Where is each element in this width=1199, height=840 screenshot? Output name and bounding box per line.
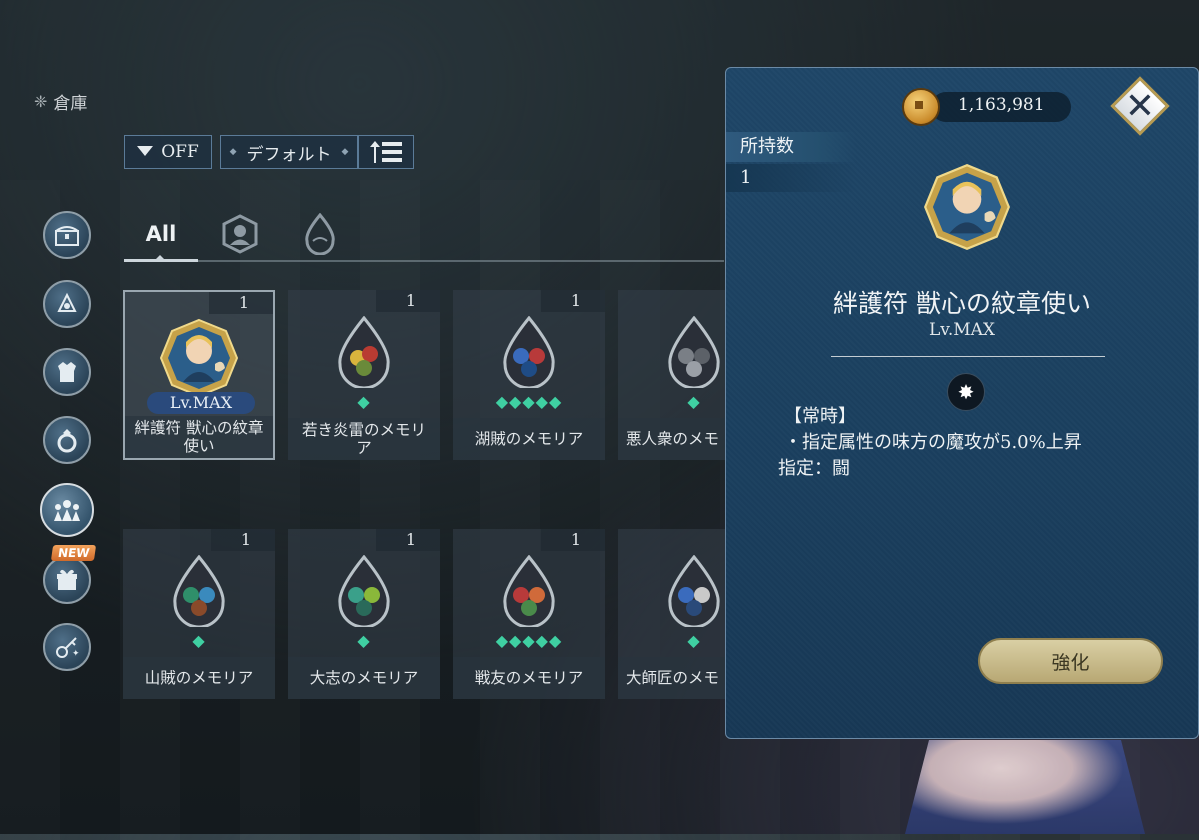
item-card[interactable]: ◆ 大師匠のメモ — [618, 529, 725, 699]
charm-portrait-large — [923, 163, 1011, 255]
memoria-drop-icon — [305, 213, 335, 255]
effect-target: 指定：闘 — [778, 458, 850, 479]
item-count: 1 — [541, 290, 605, 312]
item-count: 1 — [209, 292, 273, 314]
effect-description: 【常時】 ・指定属性の味方の魔攻が5.0%上昇 指定：闘 — [778, 404, 1082, 482]
new-badge: NEW — [50, 545, 97, 561]
charm-portrait-icon — [924, 164, 1010, 250]
item-name: 大志のメモリア — [288, 657, 440, 699]
effect-heading: 【常時】 — [784, 406, 856, 427]
page-title-text: 倉庫 — [53, 94, 88, 114]
memoria-art — [501, 554, 557, 631]
item-card[interactable]: 1 ◆ 大志のメモリア — [288, 529, 440, 699]
owned-count-value: 1 — [726, 164, 856, 192]
detail-item-name: 絆護符 獣心の紋章使い — [833, 289, 1091, 318]
diamond-left-icon: ◆ — [229, 147, 237, 157]
sort-order-button[interactable] — [358, 135, 414, 169]
sort-order-icon — [370, 141, 402, 163]
sidebar-item-chest[interactable] — [43, 211, 91, 259]
tab-indicator — [154, 255, 166, 261]
rarity-stars: ◆ — [192, 631, 206, 650]
sidebar-item-key[interactable]: ✦ — [43, 623, 91, 671]
material-icon — [57, 292, 77, 312]
memoria-drop-icon — [668, 554, 720, 629]
tab-track — [124, 260, 724, 262]
item-card[interactable]: 1 ◆◆◆◆◆ 戦友のメモリア — [453, 529, 605, 699]
memoria-art — [171, 554, 227, 631]
item-name: 絆護符 獣心の紋章使い — [125, 416, 273, 458]
rarity-stars: ◆◆◆◆◆ — [495, 631, 563, 650]
memoria-drop-icon — [503, 315, 555, 390]
item-name: 大師匠のメモ — [618, 657, 725, 699]
memoria-art — [666, 315, 722, 392]
coin-icon — [902, 88, 940, 126]
item-count: 1 — [541, 529, 605, 551]
memoria-art — [501, 315, 557, 392]
item-card[interactable]: 1 Lv.MAX 絆護符 獣心の紋章使い — [123, 290, 275, 460]
memoria-drop-icon — [338, 554, 390, 629]
tab-all[interactable]: All — [124, 212, 198, 256]
character-crest-icon — [222, 214, 258, 254]
memoria-art — [336, 554, 392, 631]
memoria-drop-icon — [503, 554, 555, 629]
rarity-stars: ◆ — [687, 631, 701, 650]
rarity-stars: ◆ — [357, 392, 371, 411]
sort-button[interactable]: ◆ デフォルト ◆ — [220, 135, 358, 169]
storage-icon: ❈ — [34, 92, 48, 111]
sidebar-item-material[interactable] — [43, 280, 91, 328]
currency-value: 1,163,981 — [958, 95, 1045, 115]
gift-icon — [57, 569, 77, 590]
close-icon: ✕ — [1124, 85, 1156, 127]
item-name: 悪人衆のメモ — [618, 418, 725, 460]
effect-line: ・指定属性の味方の魔攻が5.0%上昇 — [784, 432, 1082, 453]
enhance-button[interactable]: 強化 — [978, 638, 1163, 684]
memoria-art — [666, 554, 722, 631]
item-card[interactable]: ◆ 悪人衆のメモ — [618, 290, 725, 460]
charm-portrait-icon — [159, 318, 239, 398]
page-title: ❈ 倉庫 — [34, 89, 87, 114]
sort-label: デフォルト — [246, 144, 332, 165]
item-level-pill: Lv.MAX — [147, 392, 255, 414]
tab-memoria[interactable] — [298, 212, 342, 256]
item-name: 湖賊のメモリア — [453, 418, 605, 460]
sidebar-item-ring[interactable] — [43, 416, 91, 464]
funnel-icon — [137, 146, 154, 156]
memoria-drop-icon — [173, 554, 225, 629]
detail-item-level: Lv.MAX — [928, 320, 996, 340]
item-count: 1 — [376, 290, 440, 312]
item-name: 戦友のメモリア — [453, 657, 605, 699]
filter-state: OFF — [161, 142, 199, 162]
memoria-drop-icon — [338, 315, 390, 390]
memoria-drop-icon — [668, 315, 720, 390]
svg-text:✦: ✦ — [72, 649, 80, 659]
armor-icon — [58, 362, 76, 382]
memoria-art — [336, 315, 392, 392]
rarity-stars: ◆◆◆◆◆ — [495, 392, 563, 411]
item-card[interactable]: 1 ◆ 若き炎雷のメモリア — [288, 290, 440, 460]
close-button[interactable]: ✕ — [1110, 76, 1170, 136]
ring-icon — [57, 429, 77, 453]
owned-count-label: 所持数 — [726, 132, 856, 162]
item-count: 1 — [211, 529, 275, 551]
character-illustration — [905, 740, 1145, 834]
party-icon — [54, 500, 80, 521]
item-card[interactable]: 1 ◆ 山賊のメモリア — [123, 529, 275, 699]
diamond-right-icon: ◆ — [341, 147, 349, 157]
sidebar-item-armor[interactable] — [43, 348, 91, 396]
rarity-stars: ◆ — [357, 631, 371, 650]
divider — [831, 356, 1105, 357]
charm-portrait — [159, 318, 239, 402]
chest-icon — [55, 226, 79, 246]
sidebar-item-gift[interactable] — [43, 556, 91, 604]
item-name: 山賊のメモリア — [123, 657, 275, 699]
rarity-stars: ◆ — [687, 392, 701, 411]
item-count: 1 — [376, 529, 440, 551]
item-card[interactable]: 1 ◆◆◆◆◆ 湖賊のメモリア — [453, 290, 605, 460]
tab-charm[interactable] — [218, 212, 262, 256]
filter-button[interactable]: OFF — [124, 135, 212, 169]
sidebar-item-charm[interactable] — [40, 483, 94, 537]
key-icon: ✦ — [56, 637, 80, 659]
item-detail-panel: 1,163,981 ✕ 所持数 1 絆護符 獣心の紋章使い Lv.MAX ✸ 【… — [725, 67, 1199, 739]
item-name: 若き炎雷のメモリア — [288, 418, 440, 460]
